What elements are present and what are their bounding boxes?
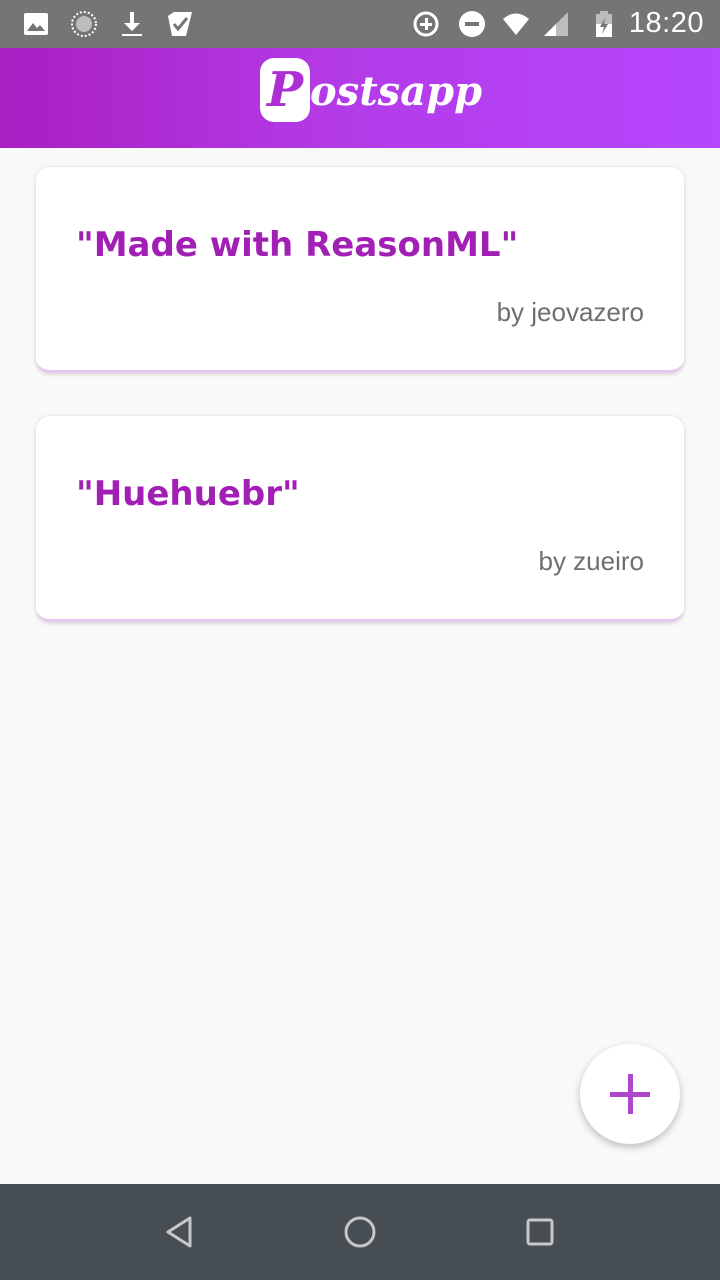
- check-app-icon: [168, 12, 192, 36]
- logo-initial: P: [266, 62, 304, 118]
- back-icon[interactable]: [160, 1212, 200, 1252]
- battery-icon: [596, 11, 612, 37]
- do-not-disturb-icon: [459, 11, 485, 37]
- post-card[interactable]: "Huehuebr" by zueiro: [36, 416, 684, 622]
- navigation-bar: [0, 1184, 720, 1280]
- post-card[interactable]: "Made with ReasonML" by jeovazero: [36, 167, 684, 373]
- image-icon: [24, 13, 48, 35]
- post-author: by jeovazero: [496, 297, 644, 327]
- post-author: by zueiro: [538, 546, 645, 576]
- home-icon[interactable]: [340, 1212, 380, 1252]
- wifi-icon: [503, 13, 529, 35]
- cellular-signal-icon: [544, 12, 568, 36]
- recents-icon[interactable]: [520, 1212, 560, 1252]
- download-icon: [122, 12, 142, 36]
- loading-icon: [71, 11, 97, 37]
- post-title: "Huehuebr": [76, 474, 300, 514]
- data-saver-icon: [413, 11, 439, 37]
- status-time: 18:20: [628, 7, 704, 39]
- post-title: "Made with ReasonML": [76, 225, 519, 265]
- add-post-button[interactable]: [580, 1044, 680, 1144]
- status-bar: 18:20: [0, 0, 720, 48]
- app-logo: P ostsapp: [258, 56, 482, 140]
- logo-wordmark: ostsapp: [310, 68, 483, 115]
- app-header: P ostsapp: [0, 48, 720, 148]
